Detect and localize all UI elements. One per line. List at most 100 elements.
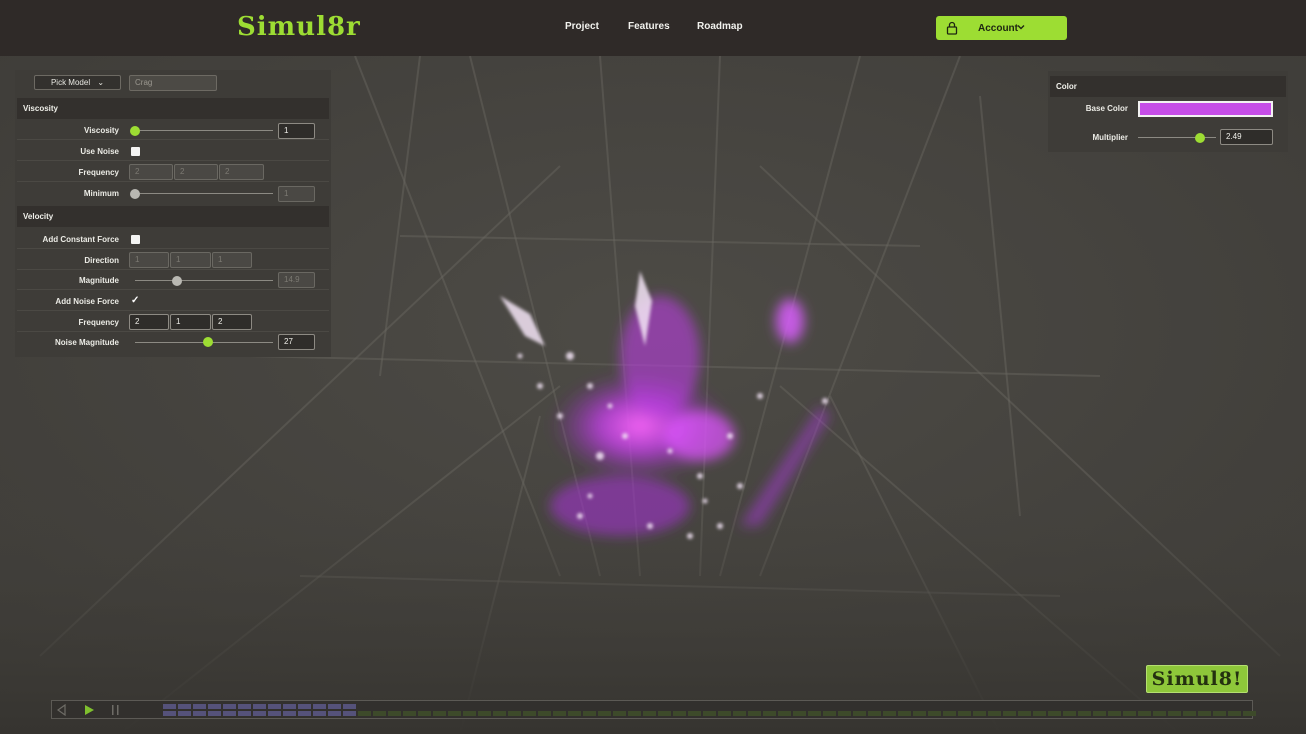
timeline-frame[interactable] xyxy=(1153,704,1166,709)
timeline-frame[interactable] xyxy=(853,704,866,709)
timeline-frame[interactable] xyxy=(568,711,581,716)
timeline-frame[interactable] xyxy=(358,704,371,709)
timeline-frame[interactable] xyxy=(178,704,191,709)
timeline-frame[interactable] xyxy=(223,711,236,716)
timeline-frame[interactable] xyxy=(973,704,986,709)
timeline-frame[interactable] xyxy=(838,704,851,709)
timeline-frame[interactable] xyxy=(823,704,836,709)
timeline-frame[interactable] xyxy=(943,711,956,716)
timeline-frame[interactable] xyxy=(763,704,776,709)
timeline-frame[interactable] xyxy=(823,711,836,716)
timeline-frame[interactable] xyxy=(478,704,491,709)
timeline-frame[interactable] xyxy=(628,704,641,709)
noise-magnitude-slider-knob[interactable] xyxy=(203,337,213,347)
timeline-frame[interactable] xyxy=(1063,704,1076,709)
timeline-frame[interactable] xyxy=(1108,711,1121,716)
frequency-z-input[interactable]: 2 xyxy=(219,164,264,180)
direction-x-input[interactable]: 1 xyxy=(129,252,169,268)
timeline-frame[interactable] xyxy=(1243,704,1256,709)
timeline-frame[interactable] xyxy=(208,711,221,716)
timeline-frame[interactable] xyxy=(538,711,551,716)
timeline-frame[interactable] xyxy=(808,704,821,709)
timeline-frame[interactable] xyxy=(643,704,656,709)
timeline-frame[interactable] xyxy=(298,711,311,716)
timeline-frame[interactable] xyxy=(313,704,326,709)
timeline-frame[interactable] xyxy=(583,711,596,716)
timeline-frame[interactable] xyxy=(1228,711,1241,716)
timeline-frame[interactable] xyxy=(913,704,926,709)
timeline-frame[interactable] xyxy=(403,711,416,716)
timeline-frame[interactable] xyxy=(238,704,251,709)
noise-frequency-x-input[interactable]: 2 xyxy=(129,314,169,330)
timeline-frame[interactable] xyxy=(883,711,896,716)
timeline-frame[interactable] xyxy=(868,711,881,716)
timeline-frame[interactable] xyxy=(1063,711,1076,716)
timeline-frame[interactable] xyxy=(1093,704,1106,709)
timeline-frame[interactable] xyxy=(673,704,686,709)
timeline-frame[interactable] xyxy=(493,711,506,716)
nav-project[interactable]: Project xyxy=(565,21,599,32)
timeline-frame[interactable] xyxy=(868,704,881,709)
timeline-frame[interactable] xyxy=(508,711,521,716)
noise-force-checkbox[interactable]: ✓ xyxy=(131,296,140,306)
timeline-frame[interactable] xyxy=(163,704,176,709)
timeline-frame[interactable] xyxy=(598,711,611,716)
timeline-frame[interactable] xyxy=(973,711,986,716)
timeline-frame[interactable] xyxy=(1033,711,1046,716)
timeline-frame[interactable] xyxy=(433,704,446,709)
timeline-frame[interactable] xyxy=(1033,704,1046,709)
timeline-frame[interactable] xyxy=(373,711,386,716)
simulate-button[interactable]: Simul8! xyxy=(1146,665,1248,693)
timeline-frame[interactable] xyxy=(508,704,521,709)
noise-magnitude-value-input[interactable]: 27 xyxy=(278,334,315,350)
noise-frequency-y-input[interactable]: 1 xyxy=(170,314,211,330)
minimum-slider-knob[interactable] xyxy=(130,189,140,199)
timeline-frame[interactable] xyxy=(988,711,1001,716)
timeline-frame[interactable] xyxy=(418,704,431,709)
timeline-frame[interactable] xyxy=(1078,704,1091,709)
timeline-frame[interactable] xyxy=(733,704,746,709)
timeline-frame[interactable] xyxy=(703,711,716,716)
timeline-frame[interactable] xyxy=(838,711,851,716)
timeline[interactable] xyxy=(51,700,1256,719)
timeline-frame[interactable] xyxy=(448,704,461,709)
timeline-frame[interactable] xyxy=(1168,711,1181,716)
timeline-frame[interactable] xyxy=(793,711,806,716)
play-icon[interactable] xyxy=(82,703,96,717)
timeline-frame[interactable] xyxy=(1243,711,1256,716)
timeline-frame[interactable] xyxy=(658,704,671,709)
timeline-frame[interactable] xyxy=(1213,704,1226,709)
timeline-frame[interactable] xyxy=(733,711,746,716)
timeline-frame[interactable] xyxy=(253,711,266,716)
timeline-frame[interactable] xyxy=(1213,711,1226,716)
timeline-frame[interactable] xyxy=(313,711,326,716)
timeline-frame[interactable] xyxy=(1228,704,1241,709)
timeline-frame[interactable] xyxy=(1183,711,1196,716)
timeline-frame[interactable] xyxy=(1138,711,1151,716)
magnitude-slider-knob[interactable] xyxy=(172,276,182,286)
minimum-slider-track[interactable] xyxy=(135,193,273,194)
pick-model-button[interactable]: Pick Model ⌄ xyxy=(34,75,121,90)
timeline-frame[interactable] xyxy=(343,704,356,709)
viscosity-value-input[interactable]: 1 xyxy=(278,123,315,139)
timeline-frame[interactable] xyxy=(1138,704,1151,709)
frequency-x-input[interactable]: 2 xyxy=(129,164,173,180)
timeline-frame[interactable] xyxy=(583,704,596,709)
timeline-frame[interactable] xyxy=(1078,711,1091,716)
timeline-frame[interactable] xyxy=(193,704,206,709)
timeline-frame[interactable] xyxy=(688,711,701,716)
timeline-frame[interactable] xyxy=(628,711,641,716)
timeline-frame[interactable] xyxy=(388,704,401,709)
app-logo[interactable]: Simul8r xyxy=(237,12,361,42)
timeline-frame[interactable] xyxy=(1018,704,1031,709)
timeline-frame[interactable] xyxy=(688,704,701,709)
timeline-frame[interactable] xyxy=(703,704,716,709)
timeline-frame[interactable] xyxy=(643,711,656,716)
timeline-frame[interactable] xyxy=(418,711,431,716)
timeline-frame[interactable] xyxy=(178,711,191,716)
timeline-frame[interactable] xyxy=(793,704,806,709)
timeline-frame[interactable] xyxy=(718,711,731,716)
timeline-frame[interactable] xyxy=(163,711,176,716)
magnitude-slider-track[interactable] xyxy=(135,280,273,281)
timeline-frame[interactable] xyxy=(193,711,206,716)
